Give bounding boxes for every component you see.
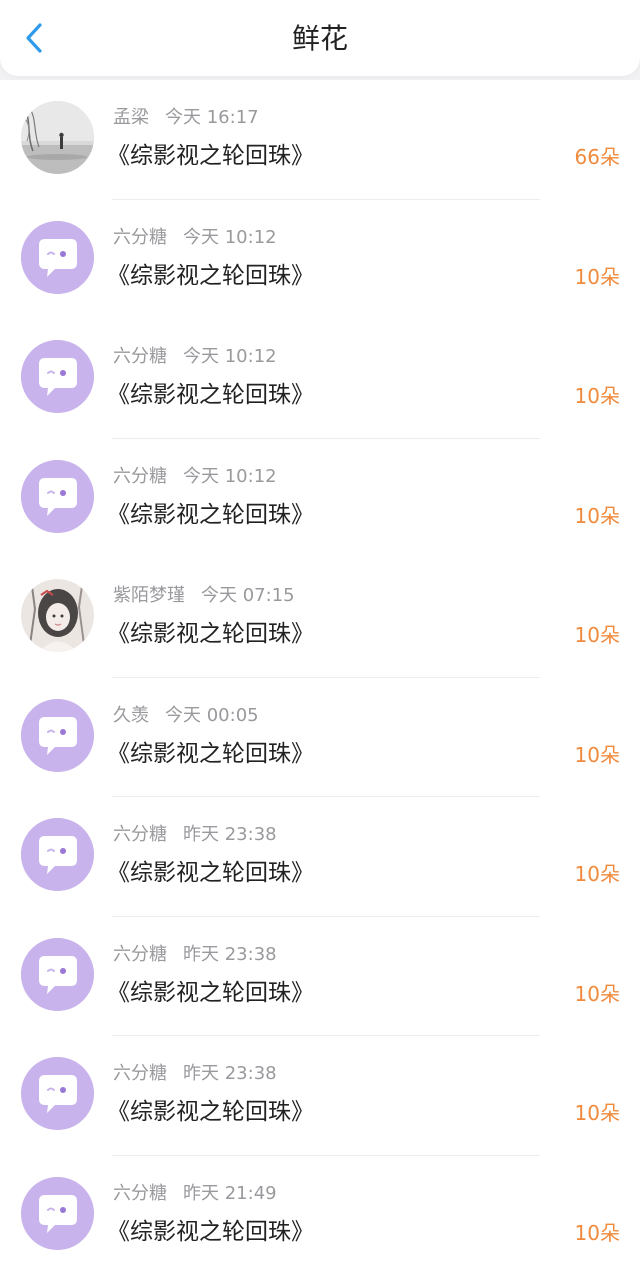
item-meta: 紫陌梦瑾今天 07:15 bbox=[113, 585, 295, 607]
avatar bbox=[21, 1057, 94, 1130]
item-meta: 六分糖今天 10:12 bbox=[113, 346, 277, 368]
timestamp: 今天 10:12 bbox=[183, 346, 277, 367]
user-name: 六分糖 bbox=[113, 1183, 167, 1204]
user-name: 六分糖 bbox=[113, 466, 167, 487]
list-item[interactable]: 六分糖昨天 21:49 《综影视之轮回珠》 10朵 bbox=[0, 1156, 640, 1275]
item-meta: 六分糖昨天 23:38 bbox=[113, 824, 277, 846]
book-title: 《综影视之轮回珠》 bbox=[107, 858, 314, 888]
timestamp: 今天 16:17 bbox=[165, 107, 259, 128]
book-title: 《综影视之轮回珠》 bbox=[107, 380, 314, 410]
avatar bbox=[21, 818, 94, 891]
flower-count: 10朵 bbox=[575, 1100, 620, 1126]
list-item[interactable]: 六分糖昨天 23:38 《综影视之轮回珠》 10朵 bbox=[0, 1036, 640, 1156]
user-name: 孟梁 bbox=[113, 107, 149, 128]
timestamp: 今天 07:15 bbox=[201, 585, 295, 606]
book-title: 《综影视之轮回珠》 bbox=[107, 141, 314, 171]
list-item[interactable]: 六分糖今天 10:12 《综影视之轮回珠》 10朵 bbox=[0, 439, 640, 559]
avatar bbox=[21, 221, 94, 294]
chat-bubble-icon bbox=[21, 460, 94, 533]
chat-bubble-icon bbox=[21, 818, 94, 891]
flower-count: 10朵 bbox=[575, 383, 620, 409]
flower-count: 10朵 bbox=[575, 861, 620, 887]
timestamp: 昨天 23:38 bbox=[183, 824, 277, 845]
flower-count: 10朵 bbox=[575, 1220, 620, 1246]
chat-bubble-icon bbox=[21, 938, 94, 1011]
list-item[interactable]: 久羡今天 00:05 《综影视之轮回珠》 10朵 bbox=[0, 678, 640, 798]
list-item[interactable]: 六分糖今天 10:12 《综影视之轮回珠》 10朵 bbox=[0, 200, 640, 320]
list-item[interactable]: 六分糖昨天 23:38 《综影视之轮回珠》 10朵 bbox=[0, 797, 640, 917]
chat-bubble-icon bbox=[21, 1057, 94, 1130]
book-title: 《综影视之轮回珠》 bbox=[107, 500, 314, 530]
user-name: 六分糖 bbox=[113, 1063, 167, 1084]
page-title: 鲜花 bbox=[0, 22, 640, 56]
avatar bbox=[21, 340, 94, 413]
book-title: 《综影视之轮回珠》 bbox=[107, 1097, 314, 1127]
timestamp: 今天 00:05 bbox=[165, 705, 259, 726]
item-meta: 六分糖昨天 21:49 bbox=[113, 1183, 277, 1205]
user-name: 六分糖 bbox=[113, 824, 167, 845]
timestamp: 昨天 23:38 bbox=[183, 1063, 277, 1084]
chat-bubble-icon bbox=[21, 699, 94, 772]
book-title: 《综影视之轮回珠》 bbox=[107, 978, 314, 1008]
user-name: 久羡 bbox=[113, 705, 149, 726]
item-meta: 六分糖昨天 23:38 bbox=[113, 1063, 277, 1085]
user-name: 六分糖 bbox=[113, 346, 167, 367]
book-title: 《综影视之轮回珠》 bbox=[107, 1217, 314, 1247]
user-name: 六分糖 bbox=[113, 227, 167, 248]
avatar bbox=[21, 699, 94, 772]
user-name: 六分糖 bbox=[113, 944, 167, 965]
chat-bubble-icon bbox=[21, 221, 94, 294]
flower-count: 10朵 bbox=[575, 742, 620, 768]
book-title: 《综影视之轮回珠》 bbox=[107, 261, 314, 291]
avatar bbox=[21, 1177, 94, 1250]
item-meta: 六分糖昨天 23:38 bbox=[113, 944, 277, 966]
avatar bbox=[21, 460, 94, 533]
timestamp: 昨天 21:49 bbox=[183, 1183, 277, 1204]
chat-bubble-icon bbox=[21, 1177, 94, 1250]
user-name: 紫陌梦瑾 bbox=[113, 585, 185, 606]
list-item[interactable]: 六分糖昨天 23:38 《综影视之轮回珠》 10朵 bbox=[0, 917, 640, 1037]
flower-count: 10朵 bbox=[575, 264, 620, 290]
item-meta: 久羡今天 00:05 bbox=[113, 705, 259, 727]
avatar bbox=[21, 101, 94, 174]
photo-illustration-avatar bbox=[21, 579, 94, 652]
flower-count: 10朵 bbox=[575, 503, 620, 529]
chat-bubble-icon bbox=[21, 340, 94, 413]
flower-count: 66朵 bbox=[575, 144, 620, 170]
book-title: 《综影视之轮回珠》 bbox=[107, 619, 314, 649]
avatar bbox=[21, 579, 94, 652]
timestamp: 今天 10:12 bbox=[183, 227, 277, 248]
item-meta: 六分糖今天 10:12 bbox=[113, 227, 277, 249]
flower-list: 孟梁今天 16:17 《综影视之轮回珠》 66朵 六分糖今天 10:12 《综影… bbox=[0, 80, 640, 1275]
book-title: 《综影视之轮回珠》 bbox=[107, 739, 314, 769]
flower-count: 10朵 bbox=[575, 981, 620, 1007]
timestamp: 昨天 23:38 bbox=[183, 944, 277, 965]
flower-count: 10朵 bbox=[575, 622, 620, 648]
top-bar: 鲜花 bbox=[0, 0, 640, 76]
avatar bbox=[21, 938, 94, 1011]
photo-landscape-avatar bbox=[21, 101, 94, 174]
list-item[interactable]: 紫陌梦瑾今天 07:15 《综影视之轮回珠》 10朵 bbox=[0, 558, 640, 678]
list-item[interactable]: 孟梁今天 16:17 《综影视之轮回珠》 66朵 bbox=[0, 80, 640, 200]
item-meta: 六分糖今天 10:12 bbox=[113, 466, 277, 488]
item-meta: 孟梁今天 16:17 bbox=[113, 107, 259, 129]
timestamp: 今天 10:12 bbox=[183, 466, 277, 487]
list-item[interactable]: 六分糖今天 10:12 《综影视之轮回珠》 10朵 bbox=[0, 319, 640, 439]
